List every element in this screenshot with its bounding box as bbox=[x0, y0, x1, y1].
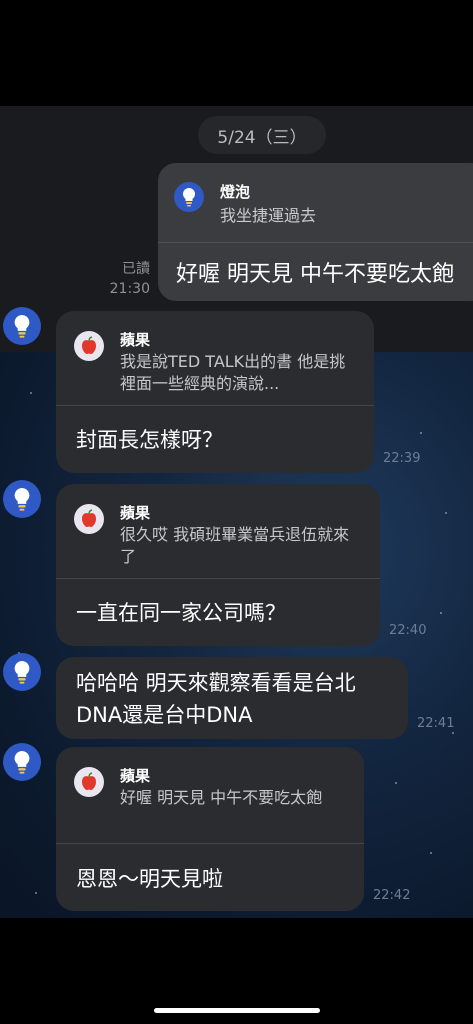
read-label: 已讀 bbox=[122, 261, 150, 277]
lightbulb-icon[interactable] bbox=[3, 480, 41, 518]
message-text: 恩恩～明天見啦 bbox=[76, 867, 223, 891]
incoming-message-bubble[interactable]: 蘋果 好喔 明天見 中午不要吃太飽 恩恩～明天見啦 bbox=[56, 747, 364, 911]
reply-sender-name: 蘋果 bbox=[120, 767, 151, 785]
reply-text: 我是說TED TALK出的書 他是挑裡面一些經典的演說... bbox=[120, 352, 346, 393]
apple-icon bbox=[74, 331, 104, 361]
message-text: 一直在同一家公司嗎？ bbox=[76, 601, 286, 625]
reply-quote[interactable]: 燈泡 我坐捷運過去 bbox=[158, 163, 473, 243]
message-time: 22:40 bbox=[389, 623, 427, 638]
reply-sender-name: 蘋果 bbox=[120, 504, 151, 522]
date-separator: 5/24（三） bbox=[198, 116, 326, 154]
incoming-message-bubble[interactable]: 蘋果 我是說TED TALK出的書 他是挑裡面一些經典的演說... 封面長怎樣呀… bbox=[56, 311, 374, 473]
message-text: 封面長怎樣呀？ bbox=[76, 428, 223, 452]
read-status: 已讀 21:30 bbox=[100, 259, 150, 299]
message-text: 好喔 明天見 中午不要吃太飽 bbox=[176, 262, 454, 287]
lightbulb-icon bbox=[174, 182, 204, 212]
incoming-message-bubble[interactable]: 蘋果 很久哎 我碩班畢業當兵退伍就來了 一直在同一家公司嗎？ bbox=[56, 484, 380, 646]
apple-icon bbox=[74, 767, 104, 797]
message-text: 哈哈哈 明天來觀察看看是台北DNA還是台中DNA bbox=[76, 671, 356, 727]
incoming-message-bubble[interactable]: 哈哈哈 明天來觀察看看是台北DNA還是台中DNA bbox=[56, 657, 408, 739]
reply-quote[interactable]: 蘋果 很久哎 我碩班畢業當兵退伍就來了 bbox=[56, 484, 380, 579]
reply-text: 很久哎 我碩班畢業當兵退伍就來了 bbox=[120, 525, 350, 566]
message-time: 22:41 bbox=[417, 716, 455, 731]
reply-quote[interactable]: 蘋果 好喔 明天見 中午不要吃太飽 bbox=[56, 747, 364, 844]
message-time: 22:39 bbox=[383, 451, 421, 466]
lightbulb-icon[interactable] bbox=[3, 743, 41, 781]
reply-text: 好喔 明天見 中午不要吃太飽 bbox=[120, 788, 323, 807]
message-time: 21:30 bbox=[109, 281, 150, 297]
reply-sender-name: 燈泡 bbox=[220, 183, 251, 201]
lightbulb-icon[interactable] bbox=[3, 653, 41, 691]
chat-area[interactable]: 5/24（三） 燈泡 我坐捷運過去 好喔 明天見 中午不要吃太飽 已讀 21:3… bbox=[0, 106, 473, 918]
reply-sender-name: 蘋果 bbox=[120, 331, 151, 349]
home-indicator[interactable] bbox=[154, 1008, 320, 1013]
reply-text: 我坐捷運過去 bbox=[220, 206, 317, 225]
reply-quote[interactable]: 蘋果 我是說TED TALK出的書 他是挑裡面一些經典的演說... bbox=[56, 311, 374, 406]
message-time: 22:42 bbox=[373, 888, 411, 903]
lightbulb-icon[interactable] bbox=[3, 307, 41, 345]
outgoing-message-bubble[interactable]: 燈泡 我坐捷運過去 好喔 明天見 中午不要吃太飽 bbox=[158, 163, 473, 301]
apple-icon bbox=[74, 504, 104, 534]
